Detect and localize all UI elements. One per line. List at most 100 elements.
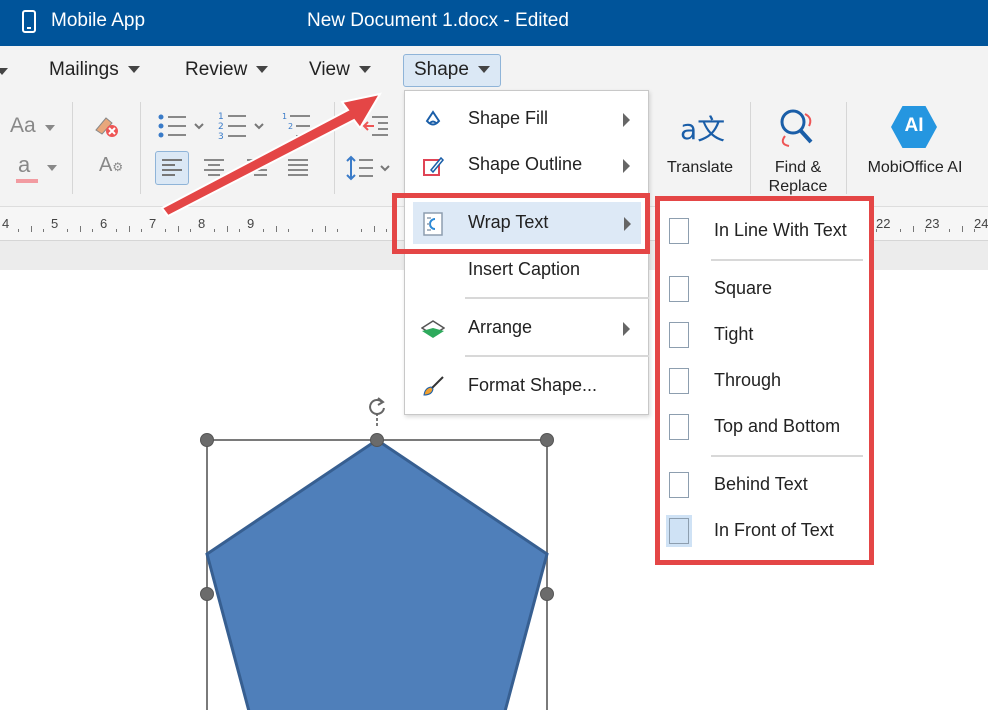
- ruler-tick: [30, 226, 32, 232]
- translate-icon: a文: [680, 113, 726, 146]
- ruler-number: 23: [925, 216, 940, 231]
- ruler-tick: [177, 226, 179, 232]
- wrap-text-highlight-box: [392, 193, 650, 254]
- menu-item-insert-caption[interactable]: Insert Caption: [405, 249, 648, 291]
- clear-formatting-icon[interactable]: [92, 112, 120, 138]
- ruler-tick: [128, 226, 130, 232]
- ruler-tick: [140, 229, 142, 232]
- ruler-tick: [91, 229, 93, 232]
- rotate-handle-icon[interactable]: [366, 395, 388, 417]
- chevron-down-icon: [45, 124, 56, 131]
- ruler-tick: [263, 229, 265, 232]
- font-size-label: Aa: [10, 114, 36, 137]
- ruler-tick: [165, 229, 167, 232]
- ruler-number: 22: [876, 216, 891, 231]
- ruler-number: 5: [51, 216, 59, 231]
- ruler-tick: [336, 229, 338, 232]
- font-color-button[interactable]: a: [16, 152, 57, 183]
- menu-shape[interactable]: Shape: [403, 54, 501, 87]
- ruler-tick: [324, 226, 326, 232]
- ruler-tick: [385, 229, 387, 232]
- menu-mailings-label: Mailings: [49, 59, 119, 80]
- chevron-down-icon: [256, 66, 269, 74]
- menu-divider: [465, 297, 649, 299]
- resize-handle-middle-right[interactable]: [540, 587, 554, 601]
- ruler-tick: [287, 229, 289, 232]
- pen-outline-icon: [423, 156, 445, 176]
- title-bar: Mobile App New Document 1.docx - Edited: [0, 0, 988, 46]
- ruler-tick: [214, 229, 216, 232]
- ruler-tick: [238, 229, 240, 232]
- layers-icon: [421, 320, 445, 338]
- mobile-phone-icon: [22, 10, 36, 33]
- wrap-options-highlight-box: [655, 196, 874, 565]
- menu-shape-label: Shape: [414, 59, 469, 80]
- translate-label: Translate: [666, 159, 734, 176]
- ruler-number: 4: [2, 216, 10, 231]
- mobioffice-ai-label: MobiOffice AI: [867, 159, 963, 176]
- ruler-tick: [900, 229, 902, 232]
- chevron-down-icon: [477, 66, 490, 74]
- ruler-number: 24: [974, 216, 988, 231]
- resize-handle-top-center[interactable]: [370, 433, 384, 447]
- ribbon-divider: [750, 102, 751, 194]
- menu-item-label: Arrange: [468, 317, 533, 337]
- overflow-caret-icon[interactable]: [0, 68, 8, 75]
- text-style-settings-icon[interactable]: A⚙: [99, 154, 123, 177]
- chevron-right-icon: [623, 322, 630, 336]
- ruler-tick: [949, 229, 951, 232]
- menu-item-shape-outline[interactable]: Shape Outline: [405, 144, 648, 186]
- menu-view-label: View: [309, 59, 350, 80]
- resize-handle-middle-left[interactable]: [200, 587, 214, 601]
- menu-mailings[interactable]: Mailings: [43, 57, 146, 89]
- menu-item-label: Shape Fill: [468, 108, 549, 128]
- chevron-down-icon: [46, 164, 57, 171]
- menu-divider: [465, 355, 649, 357]
- ruler-tick: [275, 226, 277, 232]
- chevron-down-icon: [358, 66, 371, 74]
- ruler-tick: [189, 229, 191, 232]
- menu-item-label: Format Shape...: [468, 375, 598, 395]
- ruler-tick: [961, 226, 963, 232]
- find-replace-button[interactable]: Find & Replace: [760, 104, 836, 195]
- ribbon-divider: [846, 102, 847, 194]
- annotation-arrow-icon: [160, 92, 383, 218]
- menu-item-shape-fill[interactable]: Shape Fill: [405, 98, 648, 140]
- ruler-tick: [18, 229, 20, 232]
- font-color-label: a: [18, 152, 31, 177]
- document-title: New Document 1.docx - Edited: [307, 10, 569, 31]
- paint-bucket-icon: [425, 110, 441, 126]
- app-name: Mobile App: [51, 10, 146, 31]
- menu-item-format-shape[interactable]: Format Shape...: [405, 365, 648, 407]
- ruler-tick: [67, 229, 69, 232]
- ruler-tick: [373, 226, 375, 232]
- menu-item-arrange[interactable]: Arrange: [405, 307, 648, 349]
- translate-button[interactable]: a文 Translate: [662, 104, 738, 190]
- ruler-tick: [912, 226, 914, 232]
- resize-handle-top-right[interactable]: [540, 433, 554, 447]
- brush-icon: [423, 376, 444, 396]
- find-replace-label: Find & Replace: [768, 159, 828, 195]
- menu-item-label: Shape Outline: [468, 154, 583, 174]
- menu-review-label: Review: [185, 59, 248, 80]
- ribbon-divider: [72, 102, 73, 194]
- ribbon-divider: [140, 102, 141, 194]
- menu-bar: Mailings Review View Shape: [0, 46, 988, 94]
- ruler-tick: [116, 229, 118, 232]
- ruler-number: 6: [100, 216, 108, 231]
- chevron-down-icon: [127, 66, 140, 74]
- find-replace-icon: [780, 109, 813, 147]
- font-size-button[interactable]: Aa: [10, 114, 56, 138]
- ruler-tick: [226, 226, 228, 232]
- chevron-right-icon: [623, 113, 630, 127]
- ruler-tick: [312, 229, 314, 232]
- menu-item-label: Insert Caption: [468, 259, 581, 279]
- ruler-tick: [79, 226, 81, 232]
- ai-badge-label: AI: [904, 115, 924, 136]
- ruler-tick: [42, 229, 44, 232]
- chevron-right-icon: [623, 159, 630, 173]
- mobioffice-ai-button[interactable]: AI MobiOffice AI: [860, 104, 970, 190]
- ruler-tick: [361, 229, 363, 232]
- resize-handle-top-left[interactable]: [200, 433, 214, 447]
- ai-hexagon-icon: AI: [891, 106, 937, 148]
